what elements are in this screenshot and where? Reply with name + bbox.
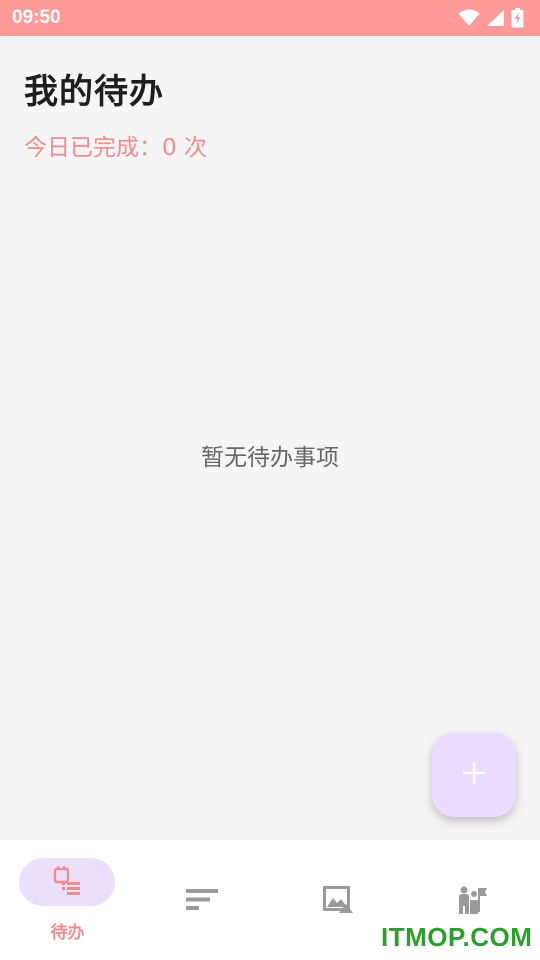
battery-charging-icon (511, 8, 524, 28)
add-todo-button[interactable] (432, 733, 516, 817)
empty-state-text: 暂无待办事项 (201, 445, 339, 471)
image-icon (323, 886, 353, 918)
plus-icon (461, 760, 487, 790)
status-icons (458, 8, 524, 28)
nav-label-todo: 待办 (50, 923, 85, 943)
status-bar: 09:50 (0, 0, 540, 36)
today-completed-count: 今日已完成：0 次 (24, 135, 207, 161)
status-time: 09:50 (12, 7, 61, 28)
people-flag-icon (458, 885, 488, 919)
nav-item-todo[interactable]: 待办 (0, 840, 135, 960)
signal-icon (486, 9, 505, 27)
watermark: ITMOP.COM (381, 922, 533, 952)
nav-item-sort[interactable] (135, 840, 270, 960)
sort-lines-icon (186, 889, 218, 915)
page-title: 我的待办 (24, 72, 164, 112)
todo-list-icon (53, 865, 83, 903)
wifi-icon (458, 9, 480, 27)
